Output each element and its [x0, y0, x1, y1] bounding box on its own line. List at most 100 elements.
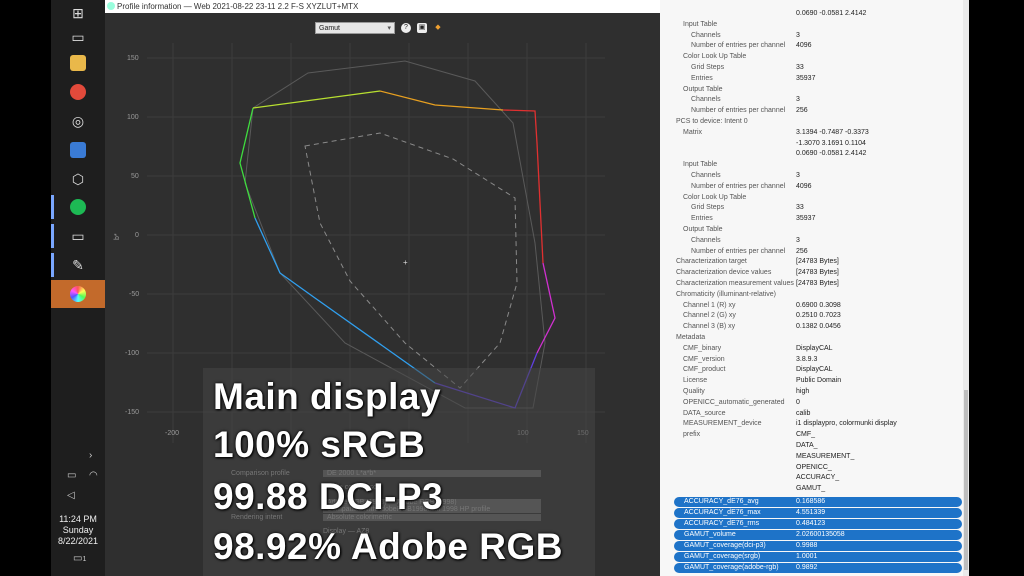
info-row[interactable]: Channels 3: [660, 171, 963, 182]
chrome-icon[interactable]: [51, 79, 105, 105]
info-row[interactable]: -1.3070 3.1691 0.1104: [660, 139, 963, 150]
info-row[interactable]: Number of entries per channel 4096: [660, 41, 963, 52]
profile-info-app-icon[interactable]: [51, 280, 105, 308]
info-row[interactable]: ACCURACY_: [660, 473, 963, 484]
overlay-line-srgb: 100% sRGB: [213, 424, 426, 465]
info-row[interactable]: Number of entries per channel 256: [660, 247, 963, 258]
info-row-key: Grid Steps: [691, 64, 725, 71]
selected-info-row[interactable]: ACCURACY_dE76_max 4.551339: [674, 508, 962, 518]
spotify-icon[interactable]: [51, 194, 105, 220]
selected-info-row[interactable]: GAMUT_coverage(adobe-rgb) 0.9892: [674, 563, 962, 573]
info-row[interactable]: Color Look Up Table: [660, 52, 963, 63]
info-row-key: Channels: [691, 236, 721, 244]
info-row[interactable]: Number of entries per channel 4096: [660, 182, 963, 193]
info-row[interactable]: Output Table: [660, 85, 963, 96]
x-tick: -200: [165, 430, 179, 437]
info-row-key: Entries: [691, 215, 713, 223]
info-row[interactable]: MEASUREMENT_device i1 displaypro, colormu…: [660, 419, 963, 430]
info-row-key: Channel 1 (R) xy: [683, 301, 736, 309]
info-row-value: 2.02600135058: [796, 531, 845, 538]
selected-info-row[interactable]: GAMUT_volume 2.02600135058: [674, 530, 962, 540]
selected-info-row[interactable]: GAMUT_coverage(dci-p3) 0.9988: [674, 541, 962, 551]
info-row-value: 0.9892: [796, 564, 818, 571]
info-row-key: Color Look Up Table: [683, 53, 747, 61]
info-row[interactable]: Metadata: [660, 333, 963, 344]
info-row-value: -1.3070 3.1691 0.1104: [796, 139, 866, 147]
info-row[interactable]: Characterization measurement values [2478…: [660, 279, 963, 290]
info-row-value: 0: [796, 398, 800, 406]
info-row[interactable]: Quality high: [660, 387, 963, 398]
info-row[interactable]: MEASUREMENT_: [660, 452, 963, 463]
info-row[interactable]: Characterization target [24783 Bytes]: [660, 257, 963, 268]
selected-info-row[interactable]: ACCURACY_dE76_rms 0.484123: [674, 519, 962, 529]
selected-info-row[interactable]: GAMUT_coverage(srgb) 1.0001: [674, 552, 962, 562]
info-row[interactable]: GAMUT_: [660, 484, 963, 495]
info-row[interactable]: DATA_source calib: [660, 409, 963, 420]
camera-app-icon[interactable]: ◎: [51, 108, 105, 134]
notification-icon[interactable]: ▭1: [73, 553, 86, 564]
info-row[interactable]: License Public Domain: [660, 376, 963, 387]
info-row[interactable]: Channels 3: [660, 236, 963, 247]
start-icon[interactable]: ⊞: [51, 0, 105, 26]
info-row[interactable]: Channel 3 (B) xy 0.1382 0.0456: [660, 322, 963, 333]
scrollbar-thumb[interactable]: [964, 390, 968, 570]
info-row-key: Chromaticity (illuminant-relative): [676, 290, 776, 298]
info-row[interactable]: Channels 3: [660, 31, 963, 42]
info-row[interactable]: OPENICC_: [660, 463, 963, 474]
y-tick: -100: [125, 350, 139, 357]
wifi-icon[interactable]: ◠: [89, 470, 98, 481]
info-row[interactable]: Characterization device values [24783 Byt…: [660, 268, 963, 279]
file-explorer-icon[interactable]: [51, 50, 105, 76]
volume-icon[interactable]: ◁: [67, 490, 75, 501]
info-row-value: DisplayCAL: [796, 366, 833, 374]
info-row[interactable]: Color Look Up Table: [660, 193, 963, 204]
info-row-value: 4096: [796, 182, 812, 190]
info-row-key: Characterization measurement values: [676, 280, 794, 287]
info-row[interactable]: Input Table: [660, 160, 963, 171]
info-row[interactable]: 0.0690 -0.0581 2.4142: [660, 9, 963, 20]
displaycal-icon[interactable]: ✎: [51, 252, 105, 278]
info-row[interactable]: Input Table: [660, 20, 963, 31]
info-row[interactable]: DATA_: [660, 441, 963, 452]
info-row[interactable]: Entries 35937: [660, 74, 963, 85]
battery-icon[interactable]: ▭: [67, 470, 76, 481]
info-row[interactable]: Channel 2 (G) xy 0.2510 0.7023: [660, 311, 963, 322]
info-row-key: Output Table: [683, 85, 723, 93]
info-row-key: GAMUT_coverage(dci-p3): [684, 542, 766, 549]
info-row[interactable]: Matrix 3.1394 -0.7487 -0.3373: [660, 128, 963, 139]
info-row[interactable]: CMF_binary DisplayCAL: [660, 344, 963, 355]
info-row[interactable]: Grid Steps 33: [660, 63, 963, 74]
info-row[interactable]: PCS to device: Intent 0: [660, 117, 963, 128]
task-view-icon[interactable]: ▭: [51, 24, 105, 50]
calculator-app-icon[interactable]: [51, 137, 105, 163]
info-row[interactable]: Channels 3: [660, 95, 963, 106]
y-tick: 150: [127, 55, 139, 62]
info-row-value: calib: [796, 409, 811, 417]
info-row[interactable]: Grid Steps 33: [660, 203, 963, 214]
info-row[interactable]: CMF_version 3.8.9.3: [660, 355, 963, 366]
info-row[interactable]: OPENICC_automatic_generated 0: [660, 398, 963, 409]
selected-info-row[interactable]: ACCURACY_dE76_avg 0.168586: [674, 497, 962, 507]
info-row[interactable]: Number of entries per channel 256: [660, 106, 963, 117]
display-app-icon[interactable]: ▭: [51, 223, 105, 249]
info-row[interactable]: Output Table: [660, 225, 963, 236]
panel-scrollbar[interactable]: [963, 0, 969, 576]
info-row-key: Number of entries per channel: [691, 182, 786, 190]
chevron-right-icon[interactable]: ›: [89, 450, 92, 461]
info-row[interactable]: 0.0690 -0.0581 2.4142: [660, 149, 963, 160]
info-row[interactable]: Chromaticity (illuminant-relative): [660, 290, 963, 301]
display-gamut-yellow: [379, 90, 504, 111]
info-row-value: 3: [796, 31, 800, 39]
taskbar: ⊞ ▭ ◎ ⬡ ▭ ✎ › ▭ ◠ ◁ 11:24 PM Sunday 8/22…: [51, 0, 105, 576]
clock-time[interactable]: 11:24 PM: [51, 514, 105, 525]
notification-count: 1: [82, 556, 87, 563]
info-row[interactable]: Entries 35937: [660, 214, 963, 225]
info-row[interactable]: CMF_product DisplayCAL: [660, 365, 963, 376]
info-row-key: PCS to device: Intent 0: [676, 118, 748, 125]
info-row[interactable]: prefix CMF_: [660, 430, 963, 441]
info-row-key: Channels: [691, 96, 721, 104]
info-row-key: Color Look Up Table: [683, 193, 747, 201]
info-row[interactable]: Channel 1 (R) xy 0.6900 0.3098: [660, 301, 963, 312]
y-tick: -150: [125, 409, 139, 416]
cube-app-icon[interactable]: ⬡: [51, 166, 105, 192]
